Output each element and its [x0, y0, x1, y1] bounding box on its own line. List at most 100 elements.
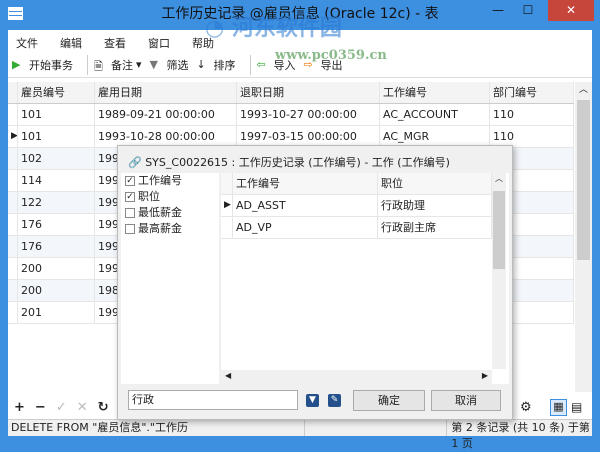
table-cell[interactable]: 201	[18, 302, 95, 323]
table-cell[interactable]: 1997-03-15 00:00:00	[237, 126, 380, 147]
checkbox[interactable]: ✓	[125, 192, 135, 202]
column-header[interactable]: 工作编号	[233, 173, 378, 194]
close-button[interactable]: ✕	[548, 0, 594, 21]
apply-button[interactable]: ✓	[56, 400, 67, 415]
begin-transaction-button[interactable]: ▶ 开始事务	[12, 57, 73, 73]
note-button[interactable]: 🗎 备注 ▾	[94, 57, 142, 73]
table-cell[interactable]: 1989-09-21 00:00:00	[95, 104, 237, 125]
table-cell[interactable]: 176	[18, 214, 95, 235]
scroll-up-icon[interactable]: ︿	[492, 173, 506, 191]
divider	[87, 54, 88, 75]
row-indicator	[8, 214, 18, 235]
table-cell[interactable]: AD_VP	[233, 217, 378, 238]
app-window: 工作历史记录 @雇员信息 (Oracle 12c) - 表 — ☐ ✕ 文件 编…	[0, 0, 600, 450]
scroll-thumb[interactable]	[493, 191, 505, 269]
vertical-scrollbar[interactable]: ︿	[492, 173, 506, 369]
table-cell[interactable]: AC_MGR	[380, 126, 490, 147]
row-indicator	[8, 170, 18, 191]
search-input[interactable]: 行政	[128, 390, 298, 410]
checkbox[interactable]	[125, 208, 135, 218]
cancel-button[interactable]: 取消	[431, 390, 501, 411]
grid-view-icon[interactable]: ▦	[550, 398, 567, 416]
menu-edit[interactable]: 编辑	[56, 30, 92, 52]
wrench-icon[interactable]: ✎	[328, 394, 341, 407]
sort-button[interactable]: ↓ 排序	[197, 57, 236, 73]
scroll-thumb[interactable]	[577, 100, 590, 260]
add-record-button[interactable]: +	[14, 400, 25, 415]
ok-button[interactable]: 确定	[353, 390, 425, 411]
vertical-scrollbar[interactable]: ︿	[575, 82, 592, 392]
table-cell[interactable]: 114	[18, 170, 95, 191]
row-indicator	[8, 302, 18, 323]
table-cell[interactable]: 200	[18, 280, 95, 301]
field-list: ✓ 工作编号 ✓ 职位 最低薪金 最高薪金	[121, 173, 219, 384]
filter-icon[interactable]: ▼	[306, 394, 319, 407]
column-header[interactable]: 职位	[378, 173, 492, 194]
delete-record-button[interactable]: −	[35, 400, 46, 415]
table-cell[interactable]: AC_ACCOUNT	[380, 104, 490, 125]
row-indicator	[8, 258, 18, 279]
column-header[interactable]: 雇员编号	[18, 82, 95, 103]
field-checkbox-item[interactable]: ✓ 职位	[121, 189, 219, 205]
lookup-row[interactable]: AD_VP 行政副主席	[221, 217, 492, 239]
row-indicator	[221, 217, 233, 238]
table-cell[interactable]: 1993-10-28 00:00:00	[95, 126, 237, 147]
table-cell[interactable]: 200	[18, 258, 95, 279]
discard-button[interactable]: ✕	[77, 400, 88, 415]
table-cell[interactable]: 176	[18, 236, 95, 257]
row-indicator-header	[221, 173, 233, 194]
table-row[interactable]: 101 1989-09-21 00:00:00 1993-10-27 00:00:0…	[8, 104, 574, 126]
row-indicator: ▶	[8, 126, 18, 147]
gear-icon[interactable]: ⚙	[520, 400, 532, 415]
import-icon: ⇦	[256, 57, 266, 71]
table-cell[interactable]: 110	[490, 104, 574, 125]
field-label: 最高薪金	[138, 222, 182, 235]
scroll-left-icon[interactable]: ◀	[225, 371, 231, 380]
filter-label: 筛选	[166, 58, 189, 72]
menu-help[interactable]: 帮助	[188, 30, 224, 52]
minimize-button[interactable]: —	[484, 0, 512, 21]
column-header[interactable]: 退职日期	[237, 82, 380, 103]
table-cell[interactable]: 行政副主席	[378, 217, 492, 238]
table-cell[interactable]: AD_ASST	[233, 195, 378, 216]
column-header[interactable]: 工作编号	[380, 82, 490, 103]
column-header[interactable]: 部门编号	[490, 82, 574, 103]
scroll-up-icon[interactable]: ︿	[575, 82, 592, 95]
row-indicator	[8, 148, 18, 169]
row-indicator	[8, 104, 18, 125]
scroll-right-icon[interactable]: ▶	[482, 371, 488, 380]
form-view-icon[interactable]: ▤	[571, 400, 582, 414]
foreign-key-lookup-popup: 🔗 SYS_C0022615 : 工作历史记录 (工作编号) - 工作 (工作编…	[117, 145, 513, 420]
menu-window[interactable]: 窗口	[144, 30, 180, 52]
refresh-button[interactable]: ↻	[98, 400, 109, 415]
maximize-button[interactable]: ☐	[514, 0, 542, 21]
table-icon	[8, 7, 23, 20]
table-cell[interactable]: 1993-10-27 00:00:00	[237, 104, 380, 125]
sort-label: 排序	[213, 58, 236, 72]
field-checkbox-item[interactable]: ✓ 工作编号	[121, 173, 219, 189]
status-spacer	[305, 420, 448, 436]
menu-file[interactable]: 文件	[12, 30, 48, 52]
menu-view[interactable]: 查看	[100, 30, 136, 52]
window-title: 工作历史记录 @雇员信息 (Oracle 12c) - 表	[161, 6, 439, 22]
table-cell[interactable]: 行政助理	[378, 195, 492, 216]
row-indicator	[8, 192, 18, 213]
status-sql: DELETE FROM "雇员信息"."工作历	[8, 420, 306, 436]
table-cell[interactable]: 122	[18, 192, 95, 213]
table-cell[interactable]: 110	[490, 126, 574, 147]
field-checkbox-item[interactable]: 最高薪金	[121, 221, 219, 237]
lookup-row[interactable]: ▶ AD_ASST 行政助理	[221, 195, 492, 217]
row-indicator-header	[8, 82, 18, 103]
table-cell[interactable]: 101	[18, 126, 95, 147]
field-checkbox-item[interactable]: 最低薪金	[121, 205, 219, 221]
table-cell[interactable]: 102	[18, 148, 95, 169]
field-label: 工作编号	[138, 174, 182, 187]
column-header[interactable]: 雇用日期	[95, 82, 237, 103]
filter-button[interactable]: ▼ 筛选	[150, 57, 189, 73]
checkbox[interactable]: ✓	[125, 176, 135, 186]
sort-icon: ↓	[196, 57, 206, 71]
table-cell[interactable]: 101	[18, 104, 95, 125]
horizontal-scrollbar[interactable]: ◀ ▶	[221, 370, 492, 384]
row-indicator: ▶	[221, 195, 233, 216]
checkbox[interactable]	[125, 224, 135, 234]
